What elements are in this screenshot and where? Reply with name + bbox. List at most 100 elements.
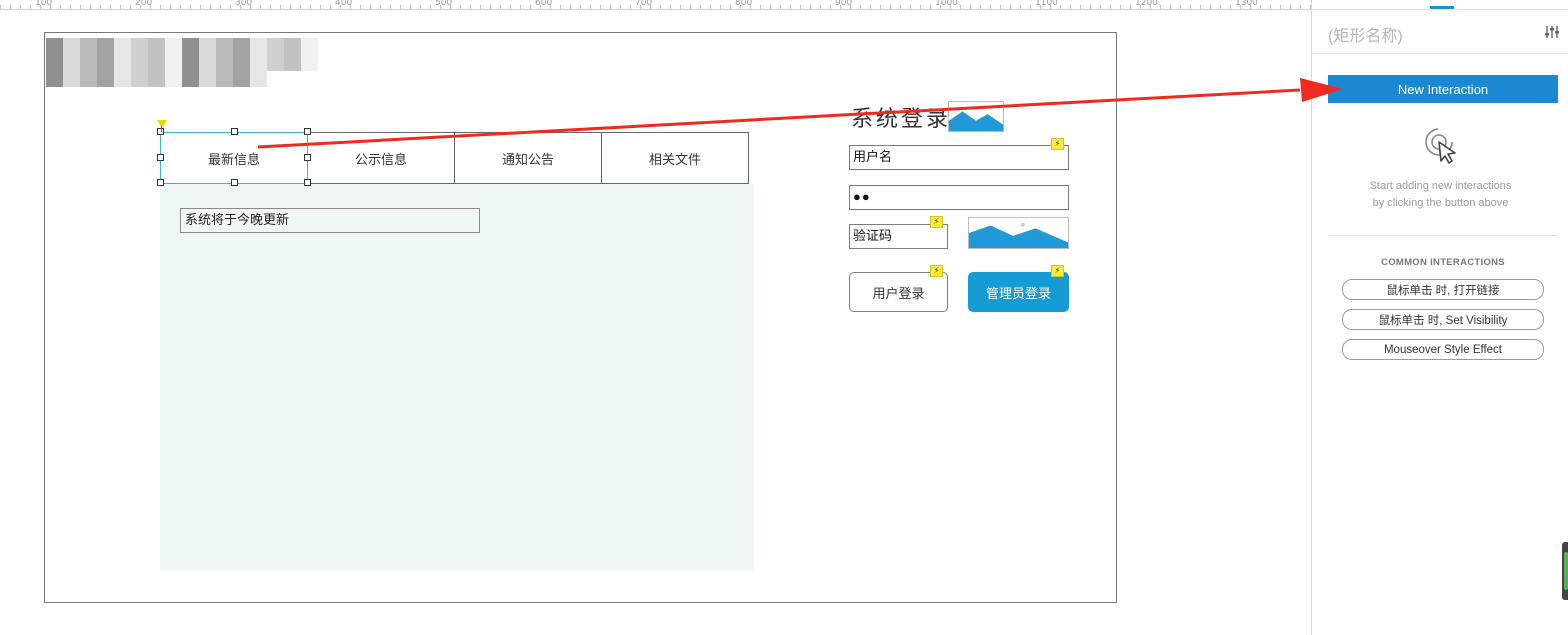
blur-tile	[199, 38, 216, 55]
resize-handle-n[interactable]	[231, 128, 238, 135]
ruler-tick	[570, 5, 571, 9]
ruler-tick	[720, 5, 721, 9]
lightning-icon[interactable]: ⚡	[930, 265, 943, 277]
ruler-tick	[30, 5, 31, 9]
login-title[interactable]: 系统登录	[851, 101, 951, 133]
ruler-tick	[0, 5, 1, 9]
blur-tile	[216, 70, 233, 87]
tab-notice[interactable]: 通知公告	[454, 132, 602, 184]
ruler-tick	[910, 5, 911, 9]
lightning-icon[interactable]: ⚡	[930, 216, 943, 228]
ruler-tick	[190, 5, 191, 9]
lightning-icon[interactable]: ⚡	[1051, 138, 1064, 150]
common-interaction-mouseover-style[interactable]: Mouseover Style Effect	[1342, 339, 1544, 360]
blur-tile	[148, 54, 165, 71]
image-placeholder-icon[interactable]	[948, 101, 1004, 132]
tab-bar: 最新信息 公示信息 通知公告 相关文件	[160, 132, 749, 184]
ruler-tick	[320, 5, 321, 9]
ruler-tick	[1260, 5, 1261, 9]
blur-tile	[80, 70, 97, 87]
ruler-tick	[710, 5, 711, 9]
blur-tile	[233, 38, 250, 55]
tab-related-files[interactable]: 相关文件	[601, 132, 749, 184]
ruler-tick	[760, 5, 761, 9]
ruler-tick	[260, 5, 261, 9]
resize-handle-ne[interactable]	[304, 128, 311, 135]
ruler-tick	[130, 5, 131, 9]
ruler-tick	[610, 5, 611, 9]
password-field[interactable]: ●●	[849, 185, 1069, 210]
ruler-tick	[810, 5, 811, 9]
ruler-tick	[970, 5, 971, 9]
horizontal-ruler: 100 200 300 400 500 600 700 800 900 1000 1100 1200 1…	[0, 0, 1311, 10]
ruler-tick	[20, 5, 21, 9]
ruler-label: 600	[535, 0, 553, 8]
blur-tile	[80, 38, 97, 55]
common-interaction-open-link[interactable]: 鼠标单击 时, 打开链接	[1342, 279, 1544, 300]
blur-tile	[182, 70, 199, 87]
blur-tile	[80, 54, 97, 71]
blur-tile	[97, 38, 114, 55]
ruler-tick	[1080, 5, 1081, 9]
blur-tile	[301, 54, 318, 71]
tab-content-panel[interactable]	[160, 184, 754, 570]
ruler-tick	[920, 5, 921, 9]
resize-handle-e[interactable]	[304, 154, 311, 161]
ruler-tick	[1170, 5, 1171, 9]
news-text-field[interactable]: 系统将于今晚更新	[180, 208, 480, 233]
blur-tile	[182, 38, 199, 55]
ruler-tick	[930, 5, 931, 9]
anchor-pin-icon[interactable]	[157, 120, 167, 128]
resize-handle-w[interactable]	[157, 154, 164, 161]
blur-tile	[216, 38, 233, 55]
hint-line-2: by clicking the button above	[1372, 197, 1509, 209]
ruler-tick	[360, 5, 361, 9]
lightning-icon[interactable]: ⚡	[1051, 265, 1064, 277]
blur-tile	[148, 38, 165, 55]
ruler-label: 100	[35, 0, 53, 8]
ruler-label: 900	[835, 0, 853, 8]
ruler-tick	[420, 5, 421, 9]
ruler-tick	[100, 5, 101, 9]
settings-sliders-icon[interactable]	[1544, 25, 1560, 39]
blur-tile	[46, 38, 63, 55]
ruler-tick	[960, 5, 961, 9]
resize-handle-se[interactable]	[304, 179, 311, 186]
resize-handle-s[interactable]	[231, 179, 238, 186]
panel-scroll-handle[interactable]	[1562, 542, 1568, 600]
ruler-tick	[400, 5, 401, 9]
ruler-label: 1200	[1135, 0, 1158, 8]
ruler-tick	[10, 5, 11, 9]
ruler-label: 1300	[1235, 0, 1258, 8]
blur-tile	[165, 70, 182, 87]
ruler-tick	[510, 5, 511, 9]
captcha-image-placeholder-icon[interactable]	[968, 217, 1069, 249]
ruler-tick	[1290, 5, 1291, 9]
blur-tile	[250, 70, 267, 87]
blur-tile	[63, 54, 80, 71]
ruler-tick	[1180, 5, 1181, 9]
blur-tile	[165, 38, 182, 55]
ruler-tick	[110, 5, 111, 9]
user-login-button[interactable]: 用户登录	[849, 272, 948, 312]
click-pointer-icon	[1425, 128, 1456, 164]
ruler-tick	[630, 5, 631, 9]
new-interaction-button[interactable]: New Interaction	[1328, 75, 1558, 103]
ruler-tick	[1030, 5, 1031, 9]
username-field[interactable]: 用户名	[849, 145, 1069, 170]
resize-handle-sw[interactable]	[157, 179, 164, 186]
common-interaction-set-visibility[interactable]: 鼠标单击 时, Set Visibility	[1342, 309, 1544, 330]
tab-latest-info[interactable]: 最新信息	[160, 132, 308, 184]
blur-tile	[233, 70, 250, 87]
ruler-tick	[530, 5, 531, 9]
shape-name-field[interactable]: (矩形名称)	[1328, 22, 1403, 46]
ruler-tick	[1110, 5, 1111, 9]
ruler-tick	[500, 5, 501, 9]
ruler-tick	[370, 5, 371, 9]
interactions-panel: (矩形名称) New Interaction Start adding new …	[1311, 0, 1568, 635]
tab-public-info[interactable]: 公示信息	[307, 132, 455, 184]
blur-tile	[250, 54, 267, 71]
admin-login-button[interactable]: 管理员登录	[968, 272, 1069, 312]
blur-tile	[46, 70, 63, 87]
ruler-tick	[1210, 5, 1211, 9]
